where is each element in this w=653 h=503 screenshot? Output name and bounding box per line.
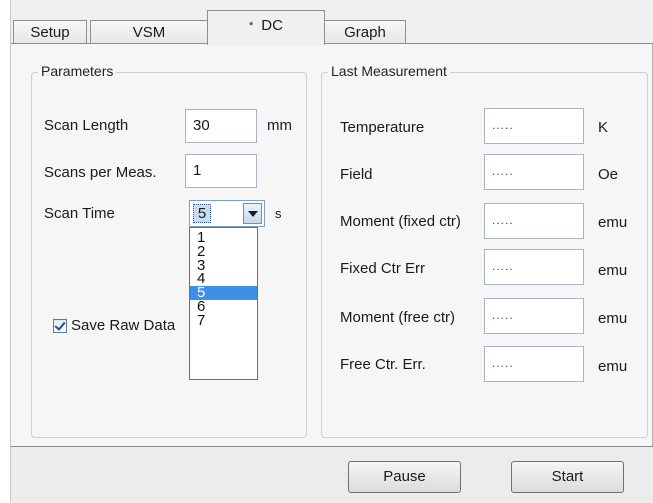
temperature-value: .....	[484, 108, 584, 144]
pause-button[interactable]: Pause	[348, 461, 461, 493]
scan-time-unit: s	[275, 206, 282, 221]
scan-time-select[interactable]: 5	[189, 200, 265, 227]
field-unit: Oe	[598, 166, 619, 183]
field-label: Field	[340, 166, 373, 183]
scans-per-meas-label: Scans per Meas.	[44, 164, 157, 181]
moment-free-label: Moment (free ctr)	[340, 309, 456, 326]
tab-strip: Setup VSM * DC Graph	[11, 0, 653, 45]
dc-measurement-window: Setup VSM * DC Graph Parameters Scan Leng…	[10, 0, 653, 503]
scan-time-label: Scan Time	[44, 205, 115, 222]
moment-free-unit: emu	[598, 310, 628, 327]
tab-modified-marker: *	[249, 20, 254, 32]
tab-dc-label: DC	[261, 17, 283, 34]
tab-setup[interactable]: Setup	[13, 20, 87, 44]
moment-free-value: .....	[484, 298, 584, 334]
free-ctr-err-unit: emu	[598, 358, 628, 375]
tab-graph[interactable]: Graph	[324, 20, 406, 44]
start-button[interactable]: Start	[511, 461, 624, 493]
chevron-down-icon[interactable]	[243, 203, 262, 224]
action-bar: Pause Start	[11, 446, 653, 503]
temperature-label: Temperature	[340, 119, 425, 136]
tab-setup-label: Setup	[30, 24, 70, 41]
scans-per-meas-input[interactable]: 1	[185, 154, 257, 188]
moment-fixed-label: Moment (fixed ctr)	[340, 213, 461, 230]
tab-graph-label: Graph	[344, 24, 386, 41]
scan-length-input[interactable]: 30	[185, 109, 257, 143]
scan-time-option[interactable]: 7	[190, 313, 257, 328]
free-ctr-err-value: .....	[484, 346, 584, 382]
fixed-ctr-err-unit: emu	[598, 262, 628, 279]
fixed-ctr-err-label: Fixed Ctr Err	[340, 260, 426, 277]
scan-time-value: 5	[193, 204, 211, 223]
scan-length-unit: mm	[267, 117, 292, 134]
parameters-group-title: Parameters	[38, 63, 117, 79]
dc-tab-panel: Parameters Scan Length 30 mm Scans per M…	[11, 44, 653, 446]
moment-fixed-value: .....	[484, 203, 584, 239]
save-raw-data-label: Save Raw Data	[71, 317, 176, 334]
fixed-ctr-err-value: .....	[484, 249, 584, 285]
temperature-unit: K	[598, 119, 609, 136]
last-measurement-group-title: Last Measurement	[328, 63, 450, 79]
field-value: .....	[484, 154, 584, 190]
moment-fixed-unit: emu	[598, 214, 628, 231]
scan-length-label: Scan Length	[44, 117, 129, 134]
tab-vsm[interactable]: VSM	[90, 20, 208, 44]
free-ctr-err-label: Free Ctr. Err.	[340, 356, 426, 373]
tab-vsm-label: VSM	[132, 24, 166, 41]
scan-time-dropdown-list[interactable]: 1 2 3 4 5 6 7	[189, 227, 258, 380]
save-raw-data-checkbox[interactable]	[53, 319, 67, 333]
tab-dc[interactable]: * DC	[207, 10, 325, 45]
